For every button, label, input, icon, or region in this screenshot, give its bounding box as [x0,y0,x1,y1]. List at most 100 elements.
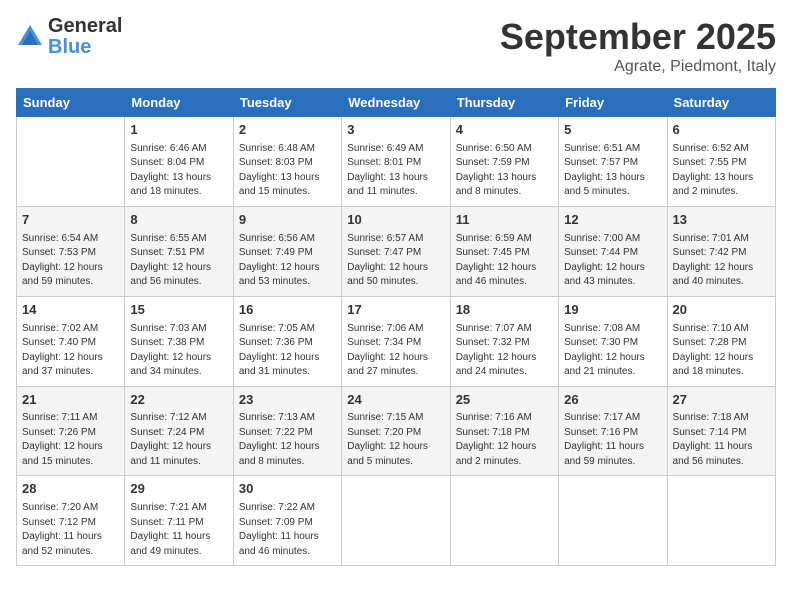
day-number: 6 [673,121,770,140]
day-info: Sunrise: 6:52 AM Sunset: 7:55 PM Dayligh… [673,142,770,200]
day-number: 2 [239,121,336,140]
day-info: Sunrise: 7:20 AM Sunset: 7:12 PM Dayligh… [22,501,119,559]
calendar-cell: 9Sunrise: 6:56 AM Sunset: 7:49 PM Daylig… [233,206,341,296]
day-info: Sunrise: 7:08 AM Sunset: 7:30 PM Dayligh… [564,322,661,380]
weekday-header-thursday: Thursday [450,89,558,117]
day-info: Sunrise: 7:13 AM Sunset: 7:22 PM Dayligh… [239,411,336,469]
weekday-header-wednesday: Wednesday [342,89,450,117]
calendar-cell [450,476,558,566]
day-number: 15 [130,301,227,320]
calendar-cell: 17 Sunrise: 7:06 AM Sunset: 7:34 PM Dayli… [342,296,450,386]
day-info: Sunrise: 7:02 AM Sunset: 7:40 PM Dayligh… [22,322,119,380]
calendar-cell [342,476,450,566]
logo-icon [16,23,44,51]
title-area: September 2025 Agrate, Piedmont, Italy [500,16,776,76]
week-row-5: 28 Sunrise: 7:20 AM Sunset: 7:12 PM Dayli… [17,476,776,566]
month-title: September 2025 [500,16,776,58]
calendar: SundayMondayTuesdayWednesdayThursdayFrid… [16,88,776,566]
day-info: Sunrise: 7:22 AM Sunset: 7:09 PM Dayligh… [239,501,336,559]
day-number: 13 [673,211,770,230]
day-number: 11 [456,211,553,230]
calendar-cell: 22Sunrise: 7:12 AM Sunset: 7:24 PM Dayli… [125,386,233,476]
day-info: Sunrise: 6:49 AM Sunset: 8:01 PM Dayligh… [347,142,444,200]
weekday-header-tuesday: Tuesday [233,89,341,117]
calendar-cell: 14 Sunrise: 7:02 AM Sunset: 7:40 PM Dayli… [17,296,125,386]
header-area: General Blue September 2025 Agrate, Pied… [16,16,776,76]
week-row-2: 7Sunrise: 6:54 AM Sunset: 7:53 PM Daylig… [17,206,776,296]
calendar-cell [17,117,125,207]
day-number: 29 [130,480,227,499]
day-info: Sunrise: 7:15 AM Sunset: 7:20 PM Dayligh… [347,411,444,469]
calendar-cell: 13 Sunrise: 7:01 AM Sunset: 7:42 PM Dayli… [667,206,775,296]
weekday-header-monday: Monday [125,89,233,117]
day-info: Sunrise: 6:54 AM Sunset: 7:53 PM Dayligh… [22,232,119,290]
day-info: Sunrise: 7:18 AM Sunset: 7:14 PM Dayligh… [673,411,770,469]
calendar-cell: 7Sunrise: 6:54 AM Sunset: 7:53 PM Daylig… [17,206,125,296]
calendar-cell: 30 Sunrise: 7:22 AM Sunset: 7:09 PM Dayli… [233,476,341,566]
day-number: 25 [456,391,553,410]
day-info: Sunrise: 6:46 AM Sunset: 8:04 PM Dayligh… [130,142,227,200]
day-number: 17 [347,301,444,320]
day-number: 10 [347,211,444,230]
logo-blue: Blue [48,36,91,58]
day-number: 24 [347,391,444,410]
day-info: Sunrise: 6:51 AM Sunset: 7:57 PM Dayligh… [564,142,661,200]
day-info: Sunrise: 6:55 AM Sunset: 7:51 PM Dayligh… [130,232,227,290]
calendar-cell: 8 Sunrise: 6:55 AM Sunset: 7:51 PM Daylig… [125,206,233,296]
calendar-cell: 15 Sunrise: 7:03 AM Sunset: 7:38 PM Dayli… [125,296,233,386]
calendar-cell: 29 Sunrise: 7:21 AM Sunset: 7:11 PM Dayli… [125,476,233,566]
day-number: 27 [673,391,770,410]
day-number: 26 [564,391,661,410]
location-title: Agrate, Piedmont, Italy [500,58,776,76]
weekday-header-sunday: Sunday [17,89,125,117]
day-number: 28 [22,480,119,499]
calendar-cell [667,476,775,566]
day-number: 1 [130,121,227,140]
day-number: 3 [347,121,444,140]
calendar-cell: 2 Sunrise: 6:48 AM Sunset: 8:03 PM Daylig… [233,117,341,207]
day-number: 30 [239,480,336,499]
day-info: Sunrise: 6:59 AM Sunset: 7:45 PM Dayligh… [456,232,553,290]
day-info: Sunrise: 7:12 AM Sunset: 7:24 PM Dayligh… [130,411,227,469]
calendar-cell: 5 Sunrise: 6:51 AM Sunset: 7:57 PM Daylig… [559,117,667,207]
day-info: Sunrise: 7:03 AM Sunset: 7:38 PM Dayligh… [130,322,227,380]
day-number: 8 [130,211,227,230]
day-number: 5 [564,121,661,140]
day-number: 12 [564,211,661,230]
calendar-cell: 6 Sunrise: 6:52 AM Sunset: 7:55 PM Daylig… [667,117,775,207]
calendar-cell: 25Sunrise: 7:16 AM Sunset: 7:18 PM Dayli… [450,386,558,476]
calendar-cell: 4Sunrise: 6:50 AM Sunset: 7:59 PM Daylig… [450,117,558,207]
weekday-header-saturday: Saturday [667,89,775,117]
day-info: Sunrise: 7:05 AM Sunset: 7:36 PM Dayligh… [239,322,336,380]
day-info: Sunrise: 7:17 AM Sunset: 7:16 PM Dayligh… [564,411,661,469]
day-number: 14 [22,301,119,320]
calendar-cell: 11 Sunrise: 6:59 AM Sunset: 7:45 PM Dayli… [450,206,558,296]
day-info: Sunrise: 6:57 AM Sunset: 7:47 PM Dayligh… [347,232,444,290]
day-info: Sunrise: 7:21 AM Sunset: 7:11 PM Dayligh… [130,501,227,559]
day-number: 16 [239,301,336,320]
day-info: Sunrise: 6:50 AM Sunset: 7:59 PM Dayligh… [456,142,553,200]
week-row-1: 1 Sunrise: 6:46 AM Sunset: 8:04 PM Daylig… [17,117,776,207]
day-info: Sunrise: 6:56 AM Sunset: 7:49 PM Dayligh… [239,232,336,290]
week-row-4: 21Sunrise: 7:11 AM Sunset: 7:26 PM Dayli… [17,386,776,476]
day-info: Sunrise: 7:07 AM Sunset: 7:32 PM Dayligh… [456,322,553,380]
calendar-cell: 21Sunrise: 7:11 AM Sunset: 7:26 PM Dayli… [17,386,125,476]
day-number: 22 [130,391,227,410]
weekday-header-row: SundayMondayTuesdayWednesdayThursdayFrid… [17,89,776,117]
day-info: Sunrise: 7:01 AM Sunset: 7:42 PM Dayligh… [673,232,770,290]
day-info: Sunrise: 7:11 AM Sunset: 7:26 PM Dayligh… [22,411,119,469]
calendar-cell: 18 Sunrise: 7:07 AM Sunset: 7:32 PM Dayli… [450,296,558,386]
logo: General Blue [16,16,122,58]
calendar-cell: 1 Sunrise: 6:46 AM Sunset: 8:04 PM Daylig… [125,117,233,207]
calendar-cell: 24Sunrise: 7:15 AM Sunset: 7:20 PM Dayli… [342,386,450,476]
calendar-cell: 16 Sunrise: 7:05 AM Sunset: 7:36 PM Dayli… [233,296,341,386]
logo-general: General [48,15,122,37]
day-info: Sunrise: 7:06 AM Sunset: 7:34 PM Dayligh… [347,322,444,380]
calendar-cell: 23Sunrise: 7:13 AM Sunset: 7:22 PM Dayli… [233,386,341,476]
weekday-header-friday: Friday [559,89,667,117]
calendar-cell [559,476,667,566]
calendar-cell: 3 Sunrise: 6:49 AM Sunset: 8:01 PM Daylig… [342,117,450,207]
day-number: 18 [456,301,553,320]
day-info: Sunrise: 6:48 AM Sunset: 8:03 PM Dayligh… [239,142,336,200]
calendar-cell: 12Sunrise: 7:00 AM Sunset: 7:44 PM Dayli… [559,206,667,296]
